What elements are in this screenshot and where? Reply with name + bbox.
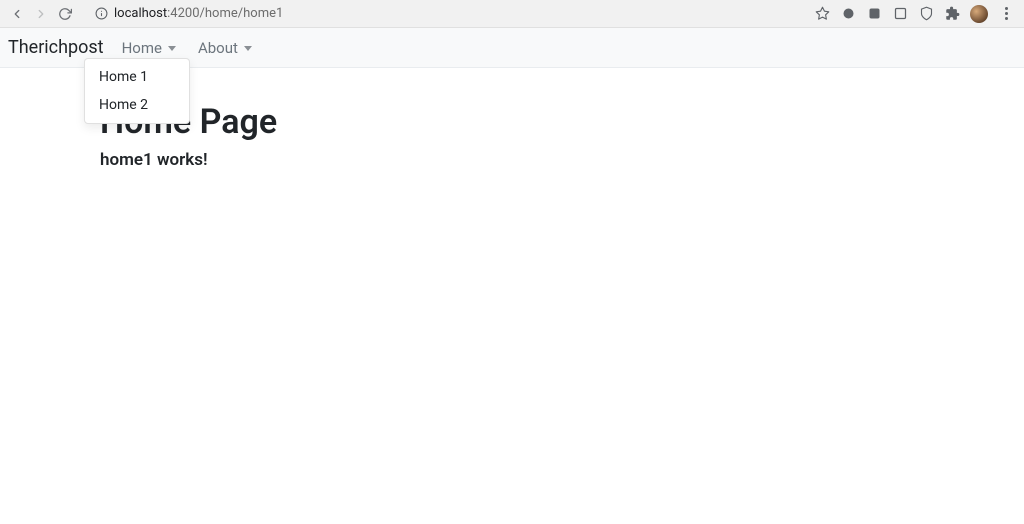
star-icon[interactable] bbox=[814, 6, 830, 22]
brand[interactable]: Therichpost bbox=[8, 37, 104, 58]
nav-item-label: Home bbox=[122, 39, 162, 57]
extension-icon[interactable] bbox=[866, 6, 882, 22]
nav-item-label: About bbox=[198, 39, 238, 57]
url-host: localhost bbox=[114, 6, 167, 21]
chevron-down-icon bbox=[244, 46, 252, 51]
chevron-down-icon bbox=[168, 46, 176, 51]
back-icon[interactable] bbox=[10, 7, 24, 21]
forward-icon[interactable] bbox=[34, 7, 48, 21]
extension-icon[interactable] bbox=[840, 6, 856, 22]
extension-shield-icon[interactable] bbox=[918, 6, 934, 22]
url-port: :4200 bbox=[167, 6, 199, 21]
dropdown-item-home1[interactable]: Home 1 bbox=[85, 63, 189, 91]
page-title: Home Page bbox=[100, 102, 1024, 142]
menu-icon[interactable] bbox=[998, 6, 1014, 22]
browser-nav-buttons bbox=[6, 7, 72, 21]
reload-icon[interactable] bbox=[58, 7, 72, 21]
url-text: localhost:4200/home/home1 bbox=[114, 6, 283, 21]
extension-icon[interactable] bbox=[892, 6, 908, 22]
dropdown-item-home2[interactable]: Home 2 bbox=[85, 91, 189, 119]
dropdown-menu: Home 1 Home 2 bbox=[84, 58, 190, 124]
extensions-puzzle-icon[interactable] bbox=[944, 6, 960, 22]
profile-avatar[interactable] bbox=[970, 5, 988, 23]
browser-right-icons bbox=[814, 5, 1018, 23]
browser-toolbar: localhost:4200/home/home1 bbox=[0, 0, 1024, 28]
site-info-icon[interactable] bbox=[94, 7, 108, 21]
address-bar[interactable]: localhost:4200/home/home1 bbox=[86, 3, 800, 25]
page-text: home1 works! bbox=[100, 150, 1024, 170]
nav-item-about[interactable]: About bbox=[194, 31, 256, 65]
url-path: /home/home1 bbox=[200, 6, 284, 21]
